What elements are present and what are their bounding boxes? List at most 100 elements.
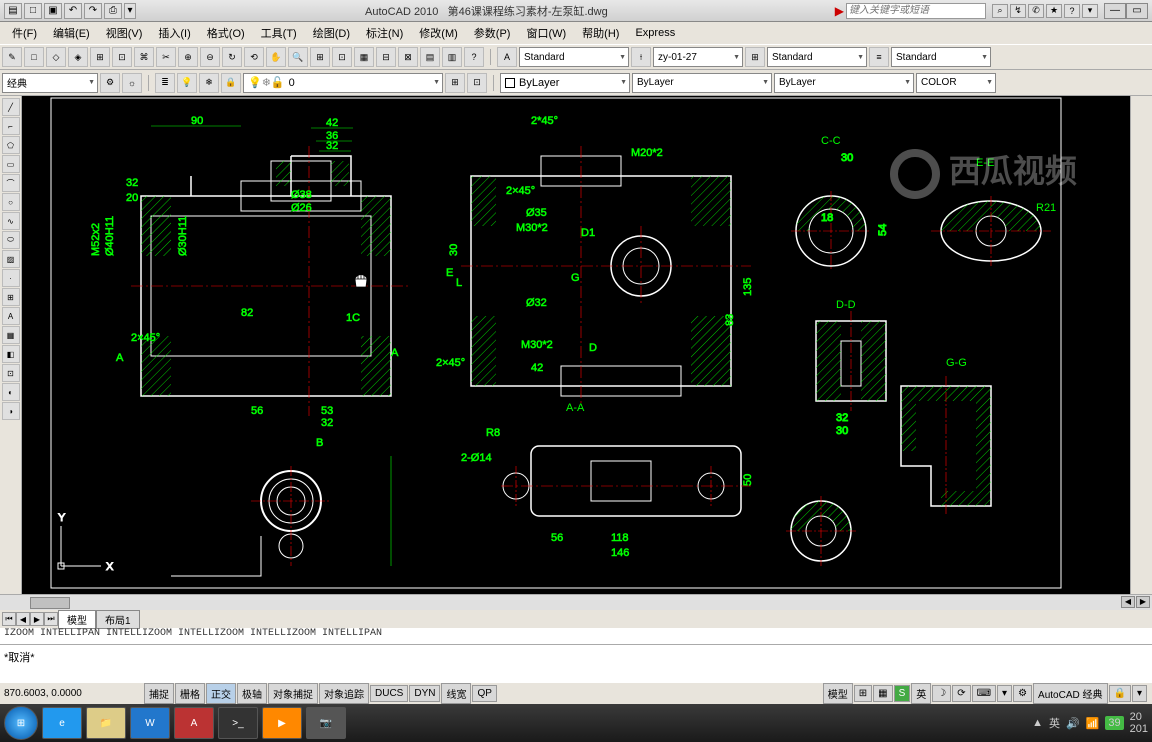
- moon-icon[interactable]: ☽: [932, 685, 951, 702]
- plotstyle-select[interactable]: COLOR: [916, 73, 996, 93]
- new-icon[interactable]: □: [24, 3, 42, 19]
- undo-icon[interactable]: ↶: [64, 3, 82, 19]
- textstyle-select[interactable]: Standard: [519, 47, 629, 67]
- tool-icon[interactable]: ✂: [156, 47, 176, 67]
- pline-icon[interactable]: ⌐: [2, 117, 20, 135]
- ortho-toggle[interactable]: 正交: [206, 683, 236, 704]
- tray-ime[interactable]: 英: [1049, 715, 1060, 731]
- tab-model[interactable]: 模型: [58, 610, 96, 629]
- lock-icon[interactable]: 🔒: [1109, 685, 1131, 702]
- spline-icon[interactable]: ∿: [2, 212, 20, 230]
- mlstyle-select[interactable]: Standard: [891, 47, 991, 67]
- notif-badge[interactable]: 39: [1105, 716, 1123, 730]
- menu-format[interactable]: 格式(O): [199, 23, 253, 43]
- gear-icon[interactable]: ⚙: [100, 73, 120, 93]
- rect-icon[interactable]: ▭: [2, 155, 20, 173]
- tab-prev-icon[interactable]: ◀: [16, 612, 30, 626]
- camera-icon[interactable]: 📷: [306, 707, 346, 739]
- tray-expand-icon[interactable]: ▾: [1132, 685, 1147, 702]
- zoom-icon[interactable]: 🔍: [288, 47, 308, 67]
- tab-layout1[interactable]: 布局1: [96, 610, 140, 629]
- ie-icon[interactable]: e: [42, 707, 82, 739]
- tool-icon[interactable]: ⊞: [90, 47, 110, 67]
- kb-icon[interactable]: ⌨: [972, 685, 996, 702]
- tool-icon[interactable]: ⊠: [398, 47, 418, 67]
- tool-icon[interactable]: ⊕: [178, 47, 198, 67]
- tray-up-icon[interactable]: ▲: [1032, 717, 1043, 729]
- tool-icon[interactable]: ⊖: [200, 47, 220, 67]
- chevron-down-icon[interactable]: ▾: [1082, 4, 1098, 18]
- lock-icon[interactable]: 🔒: [221, 73, 241, 93]
- dropdown-icon[interactable]: ▾: [124, 3, 136, 19]
- s-icon[interactable]: S: [894, 685, 911, 702]
- ime-indicator[interactable]: 英: [911, 683, 931, 704]
- textstyle-icon[interactable]: A: [497, 47, 517, 67]
- layer-props-icon[interactable]: ≣: [155, 73, 175, 93]
- minimize-button[interactable]: —: [1104, 3, 1126, 19]
- tablestyle-icon[interactable]: ⊞: [745, 47, 765, 67]
- pan-icon[interactable]: ✋: [266, 47, 286, 67]
- mlstyle-icon[interactable]: ≡: [869, 47, 889, 67]
- play-icon[interactable]: ▶: [262, 707, 302, 739]
- tool-icon[interactable]: ⊡: [2, 364, 20, 382]
- quickview-icon[interactable]: ▦: [873, 685, 892, 702]
- menu-help[interactable]: 帮助(H): [574, 23, 627, 43]
- layer-iso-icon[interactable]: ⊡: [467, 73, 487, 93]
- network-icon[interactable]: 📶: [1086, 717, 1100, 730]
- table-icon[interactable]: ▦: [2, 326, 20, 344]
- print-icon[interactable]: ⎙: [104, 3, 122, 19]
- arc-icon[interactable]: ⌒: [2, 174, 20, 192]
- tool-icon[interactable]: ◈: [68, 47, 88, 67]
- hatch-icon[interactable]: ▨: [2, 250, 20, 268]
- polygon-icon[interactable]: ⬠: [2, 136, 20, 154]
- menu-express[interactable]: Express: [627, 25, 683, 41]
- hscrollbar[interactable]: ◀ ▶: [0, 594, 1152, 610]
- color-select[interactable]: ByLayer: [500, 73, 630, 93]
- word-icon[interactable]: W: [130, 707, 170, 739]
- tool-icon[interactable]: ⟲: [244, 47, 264, 67]
- command-line[interactable]: *取消*: [0, 644, 1152, 682]
- bulb-icon[interactable]: 💡: [177, 73, 197, 93]
- tool-icon[interactable]: ✎: [2, 47, 22, 67]
- grid-toggle[interactable]: 栅格: [175, 683, 205, 704]
- snap-toggle[interactable]: 捕捉: [144, 683, 174, 704]
- maximize-button[interactable]: ▭: [1126, 3, 1148, 19]
- otrack-toggle[interactable]: 对象追踪: [319, 683, 369, 704]
- sun-icon[interactable]: ☼: [122, 73, 142, 93]
- menu-tools[interactable]: 工具(T): [253, 23, 305, 43]
- comm-icon[interactable]: ✆: [1028, 4, 1044, 18]
- tray-icon[interactable]: ▾: [997, 685, 1012, 702]
- tool-icon[interactable]: ↻: [222, 47, 242, 67]
- menu-edit[interactable]: 编辑(E): [45, 23, 98, 43]
- tool-icon[interactable]: ⊟: [376, 47, 396, 67]
- tool-icon[interactable]: ◐: [2, 383, 20, 401]
- prompt-icon[interactable]: >_: [218, 707, 258, 739]
- tool-icon[interactable]: ▥: [442, 47, 462, 67]
- layer-state-icon[interactable]: ⊞: [445, 73, 465, 93]
- tool-icon[interactable]: ⊡: [332, 47, 352, 67]
- volume-icon[interactable]: 🔊: [1066, 717, 1080, 730]
- layer-select[interactable]: 💡❄🔓0: [243, 73, 443, 93]
- menu-insert[interactable]: 插入(I): [150, 23, 198, 43]
- ellipse-icon[interactable]: ⬭: [2, 231, 20, 249]
- autocad-icon[interactable]: A: [174, 707, 214, 739]
- tab-last-icon[interactable]: ⏭: [44, 612, 58, 626]
- tool-icon[interactable]: ◇: [46, 47, 66, 67]
- dimstyle-icon[interactable]: ⟊: [631, 47, 651, 67]
- tool-icon[interactable]: ◑: [2, 402, 20, 420]
- drawing-canvas[interactable]: 西瓜视频: [22, 96, 1130, 594]
- dyn-toggle[interactable]: DYN: [409, 685, 440, 702]
- line-icon[interactable]: ╱: [2, 98, 20, 116]
- lineweight-select[interactable]: ByLayer: [774, 73, 914, 93]
- key-icon[interactable]: ↯: [1010, 4, 1026, 18]
- tool-icon[interactable]: □: [24, 47, 44, 67]
- freeze-icon[interactable]: ❄: [199, 73, 219, 93]
- explorer-icon[interactable]: 📁: [86, 707, 126, 739]
- menu-window[interactable]: 窗口(W): [518, 23, 574, 43]
- qp-toggle[interactable]: QP: [472, 685, 496, 702]
- circle-icon[interactable]: ○: [2, 193, 20, 211]
- modelspace-button[interactable]: 模型: [823, 683, 853, 704]
- binoculars-icon[interactable]: ⌕: [992, 4, 1008, 18]
- menu-draw[interactable]: 绘图(D): [305, 23, 358, 43]
- tablestyle-select[interactable]: Standard: [767, 47, 867, 67]
